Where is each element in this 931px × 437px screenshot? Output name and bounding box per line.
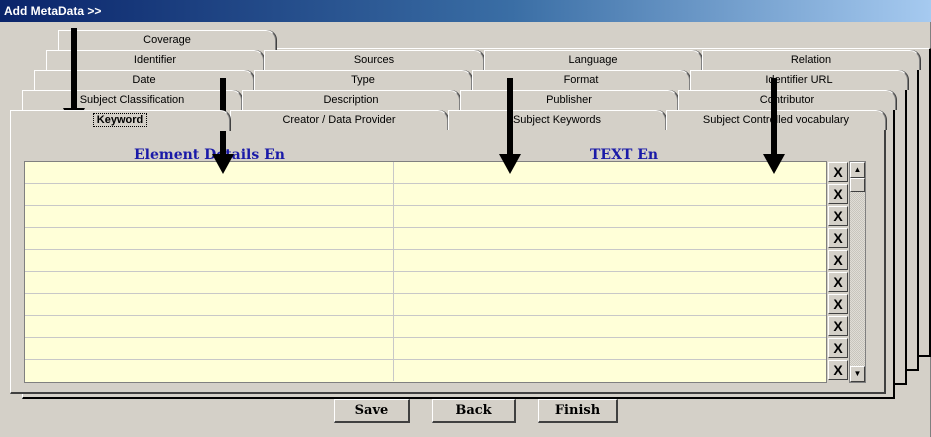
grid-row [25, 294, 826, 316]
tab-keyword-label: Keyword [92, 113, 148, 127]
tab-language[interactable]: Language [484, 50, 702, 70]
scroll-down-arrow-icon[interactable]: ▼ [850, 366, 865, 382]
delete-row-button[interactable]: X [828, 294, 848, 314]
delete-row-button[interactable]: X [828, 162, 848, 182]
delete-row-button[interactable]: X [828, 316, 848, 336]
tab-contributor[interactable]: Contributor [678, 90, 896, 110]
text-field[interactable] [394, 272, 826, 293]
tab-publisher[interactable]: Publisher [460, 90, 678, 110]
text-field[interactable] [394, 360, 826, 381]
grid-row [25, 338, 826, 360]
back-button[interactable]: Back [432, 399, 516, 423]
grid-row [25, 272, 826, 294]
tab-sources[interactable]: Sources [264, 50, 484, 70]
delete-row-button[interactable]: X [828, 206, 848, 226]
text-field[interactable] [394, 184, 826, 205]
scroll-thumb[interactable] [850, 178, 865, 192]
text-field[interactable] [394, 206, 826, 227]
tab-subject-keywords[interactable]: Subject Keywords [448, 110, 666, 130]
element-details-field[interactable] [25, 272, 394, 293]
text-field[interactable] [394, 162, 826, 183]
finish-button[interactable]: Finish [538, 399, 618, 423]
grid-row [25, 316, 826, 338]
tab-subject-classification[interactable]: Subject Classification [22, 90, 242, 110]
text-field[interactable] [394, 316, 826, 337]
grid-row [25, 162, 826, 184]
tab-type[interactable]: Type [254, 70, 472, 90]
element-details-field[interactable] [25, 250, 394, 271]
tab-coverage[interactable]: Coverage [58, 30, 276, 50]
window-titlebar: Add MetaData >> [0, 0, 931, 22]
annotation-down-arrow-icon [499, 78, 521, 174]
scroll-up-arrow-icon[interactable]: ▲ [850, 162, 865, 178]
element-details-field[interactable] [25, 206, 394, 227]
tab-description[interactable]: Description [242, 90, 460, 110]
annotation-down-arrow-icon [763, 78, 785, 174]
save-button[interactable]: Save [334, 399, 410, 423]
grid-row [25, 184, 826, 206]
delete-row-button[interactable]: X [828, 360, 848, 380]
element-details-field[interactable] [25, 228, 394, 249]
element-details-field[interactable] [25, 184, 394, 205]
tab-creator-data-provider[interactable]: Creator / Data Provider [230, 110, 448, 130]
element-details-field[interactable] [25, 316, 394, 337]
grid-scrollbar[interactable]: ▲ ▼ [849, 161, 866, 383]
tab-relation[interactable]: Relation [702, 50, 920, 70]
delete-row-button[interactable]: X [828, 338, 848, 358]
grid-row [25, 228, 826, 250]
delete-row-button[interactable]: X [828, 228, 848, 248]
element-details-field[interactable] [25, 294, 394, 315]
text-field[interactable] [394, 338, 826, 359]
tab-identifier-url[interactable]: Identifier URL [690, 70, 908, 90]
element-details-field[interactable] [25, 360, 394, 381]
metadata-grid [24, 161, 827, 383]
delete-row-button[interactable]: X [828, 250, 848, 270]
text-field[interactable] [394, 294, 826, 315]
delete-row-button[interactable]: X [828, 272, 848, 292]
element-details-field[interactable] [25, 338, 394, 359]
grid-row [25, 360, 826, 382]
grid-row [25, 250, 826, 272]
text-field[interactable] [394, 250, 826, 271]
delete-row-button[interactable]: X [828, 184, 848, 204]
element-details-field[interactable] [25, 162, 394, 183]
grid-row [25, 206, 826, 228]
text-field[interactable] [394, 228, 826, 249]
tab-keyword[interactable]: Keyword [10, 110, 230, 131]
